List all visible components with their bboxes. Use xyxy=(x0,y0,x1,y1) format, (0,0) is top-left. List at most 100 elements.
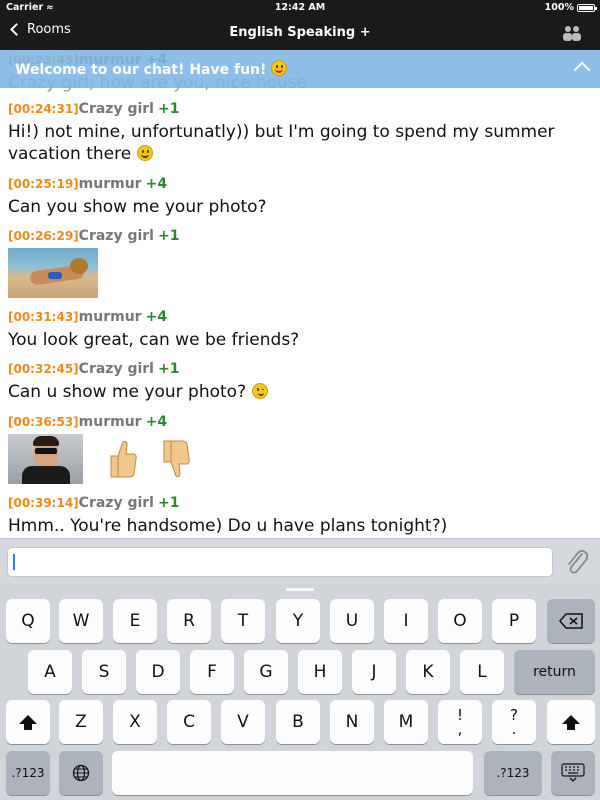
key-c[interactable]: C xyxy=(167,700,211,744)
message: [00:39:14]Crazy girl +1 Hmm.. You're hand… xyxy=(8,495,592,537)
key-p[interactable]: P xyxy=(492,599,536,643)
key-question-period[interactable]: ?. xyxy=(492,700,536,744)
message-timestamp: [00:39:14] xyxy=(8,496,79,510)
key-w[interactable]: W xyxy=(59,599,103,643)
backspace-icon xyxy=(559,613,583,629)
message-timestamp: [00:24:31] xyxy=(8,102,79,116)
message-karma: +1 xyxy=(157,495,180,511)
key-q[interactable]: Q xyxy=(6,599,50,643)
room-title: English Speaking + xyxy=(229,25,371,40)
keyboard-handle[interactable] xyxy=(286,588,314,591)
message-header: [00:32:45]Crazy girl +1 xyxy=(8,361,592,377)
man-photo-attachment[interactable] xyxy=(8,434,83,484)
message-nick[interactable]: murmur xyxy=(79,176,142,192)
shift-key-right[interactable] xyxy=(547,700,595,744)
paperclip-icon[interactable] xyxy=(564,548,590,576)
key-z[interactable]: Z xyxy=(59,700,103,744)
key-f[interactable]: F xyxy=(190,650,234,694)
message-nick[interactable]: Crazy girl xyxy=(79,101,154,117)
message-karma: +4 xyxy=(145,309,168,325)
key-l[interactable]: L xyxy=(460,650,504,694)
users-icon[interactable] xyxy=(562,25,582,41)
beach-photo-attachment[interactable] xyxy=(8,248,98,298)
space-key[interactable] xyxy=(112,751,473,795)
battery-icon xyxy=(577,3,597,12)
message: [00:31:43]murmur +4 You look great, can w… xyxy=(8,309,592,351)
message-header: [00:36:53]murmur +4 xyxy=(8,414,592,430)
globe-icon xyxy=(72,764,90,782)
key-a[interactable]: A xyxy=(28,650,72,694)
message-timestamp: [00:26:29] xyxy=(8,229,79,243)
numbers-key-left[interactable]: .?123 xyxy=(6,751,50,795)
message-karma: +1 xyxy=(157,228,180,244)
key-u[interactable]: U xyxy=(330,599,374,643)
shift-key-left[interactable] xyxy=(6,700,50,744)
message-input[interactable] xyxy=(7,547,553,577)
message-header: [00:25:19]murmur +4 xyxy=(8,176,592,192)
message-karma: +1 xyxy=(157,101,180,117)
message: [00:25:19]murmur +4 Can you show me your … xyxy=(8,176,592,218)
key-t[interactable]: T xyxy=(221,599,265,643)
composer-bar xyxy=(0,538,600,584)
message-text: Hmm.. You're handsome) Do u have plans t… xyxy=(8,516,448,536)
key-x[interactable]: X xyxy=(113,700,157,744)
message-nick[interactable]: murmur xyxy=(79,414,142,430)
message-nick[interactable]: Crazy girl xyxy=(79,228,154,244)
battery-indicator: 100% xyxy=(545,2,597,13)
message: [00:36:53]murmur +4 xyxy=(8,414,592,484)
message-timestamp: [00:31:43] xyxy=(8,310,79,324)
key-s[interactable]: S xyxy=(82,650,126,694)
message-timestamp: [00:36:53] xyxy=(8,415,79,429)
keyboard-dismiss-icon xyxy=(561,763,585,782)
message-nick[interactable]: Crazy girl xyxy=(79,495,154,511)
clock: 12:42 AM xyxy=(274,2,326,13)
key-d[interactable]: D xyxy=(136,650,180,694)
key-y[interactable]: Y xyxy=(276,599,320,643)
message-karma: +4 xyxy=(145,414,168,430)
key-k[interactable]: K xyxy=(406,650,450,694)
key-o[interactable]: O xyxy=(438,599,482,643)
nav-bar: Rooms English Speaking + xyxy=(0,16,600,50)
message-karma: +4 xyxy=(145,176,168,192)
key-b[interactable]: B xyxy=(276,700,320,744)
key-j[interactable]: J xyxy=(352,650,396,694)
winking-emoji-icon xyxy=(251,383,268,399)
thumbs-up-icon[interactable] xyxy=(108,438,138,480)
message-header: [00:39:14]Crazy girl +1 xyxy=(8,495,592,511)
keyboard-dismiss-key[interactable] xyxy=(551,751,595,795)
key-g[interactable]: G xyxy=(244,650,288,694)
key-m[interactable]: M xyxy=(384,700,428,744)
key-r[interactable]: R xyxy=(167,599,211,643)
return-key[interactable]: return xyxy=(514,650,595,694)
message-text: You look great, can we be friends? xyxy=(8,330,300,350)
message: [00:24:31]Crazy girl +1 Hi!) not mine, un… xyxy=(8,101,592,165)
key-exclaim-comma[interactable]: !, xyxy=(438,700,482,744)
numbers-key-right[interactable]: .?123 xyxy=(484,751,542,795)
on-screen-keyboard: Q W E R T Y U I O P A S D F G H J K L re… xyxy=(0,584,600,800)
message-timestamp: [00:25:19] xyxy=(8,177,79,191)
welcome-banner[interactable]: Welcome to our chat! Have fun! xyxy=(0,50,600,88)
key-n[interactable]: N xyxy=(330,700,374,744)
banner-text: Welcome to our chat! Have fun! xyxy=(15,60,288,78)
message-header: [00:24:31]Crazy girl +1 xyxy=(8,101,592,117)
message-nick[interactable]: murmur xyxy=(79,309,142,325)
chat-log[interactable]: [00:23:45]murmur+4 Crazy girl, how are y… xyxy=(0,50,600,538)
thumbs-down-icon[interactable] xyxy=(161,438,191,480)
shift-icon xyxy=(562,714,580,730)
chevron-up-icon[interactable] xyxy=(573,61,591,79)
key-h[interactable]: H xyxy=(298,650,342,694)
message-nick[interactable]: Crazy girl xyxy=(79,361,154,377)
message-karma: +1 xyxy=(157,361,180,377)
key-i[interactable]: I xyxy=(384,599,428,643)
backspace-key[interactable] xyxy=(547,599,595,643)
message: [00:32:45]Crazy girl +1 Can u show me you… xyxy=(8,361,592,403)
text-caret xyxy=(13,554,15,570)
tongue-emoji-icon xyxy=(271,60,288,76)
globe-key[interactable] xyxy=(59,751,103,795)
status-bar: Carrier ≈ 12:42 AM 100% xyxy=(0,0,600,16)
grinning-emoji-icon xyxy=(136,145,153,161)
message-header: [00:26:29]Crazy girl +1 xyxy=(8,228,592,244)
message: [00:26:29]Crazy girl +1 xyxy=(8,228,592,298)
key-e[interactable]: E xyxy=(113,599,157,643)
key-v[interactable]: V xyxy=(221,700,265,744)
